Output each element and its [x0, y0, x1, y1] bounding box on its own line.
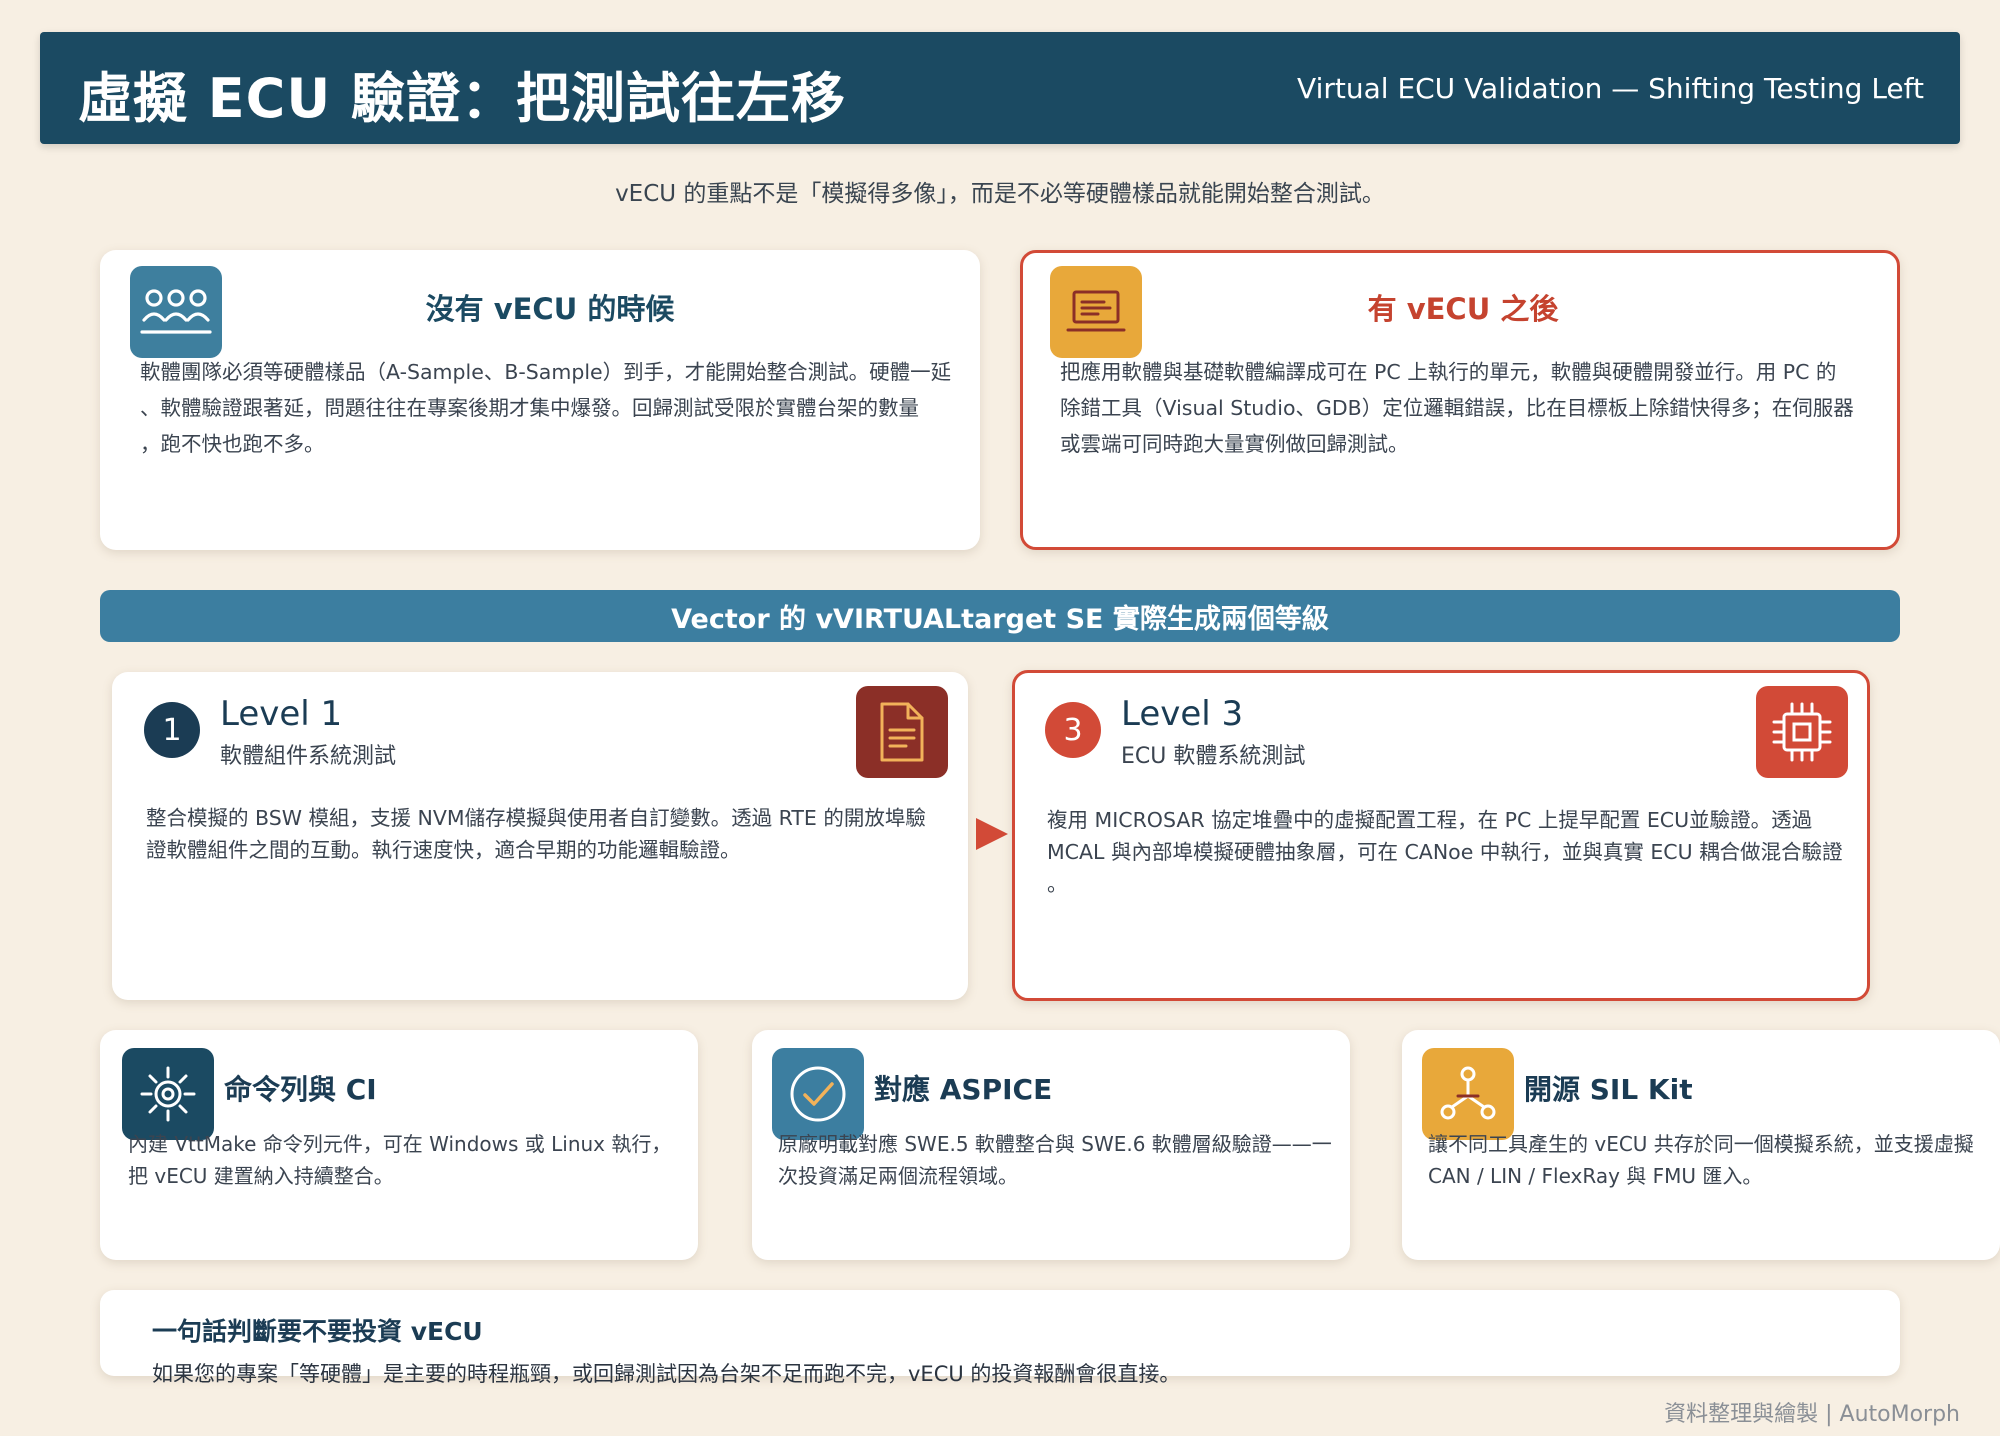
team-icon	[130, 266, 222, 358]
chip-icon	[1756, 686, 1848, 778]
text-line: 軟體團隊必須等硬體樣品（A-Sample、B-Sample）到手，才能開始整合測…	[140, 360, 952, 384]
feature-title: 開源 SIL Kit	[1524, 1073, 1693, 1106]
level-title: Level 1	[220, 694, 343, 734]
card-before-body: 軟體團隊必須等硬體樣品（A-Sample、B-Sample）到手，才能開始整合測…	[140, 354, 951, 462]
text-line: MCAL 與內部埠模擬硬體抽象層，可在 CANoe 中執行，並與真實 ECU 耦…	[1047, 840, 1843, 864]
tagline: vECU 的重點不是「模擬得多像」，而是不必等硬體樣品就能開始整合測試。	[615, 181, 1385, 207]
level-subtitle: 軟體組件系統測試	[220, 744, 397, 769]
levels-banner: Vector 的 vVIRTUALtarget SE 實際生成兩個等級	[100, 590, 1900, 642]
level-3-card: 3 Level 3 ECU 軟體系統測試 複用 MICROSAR 協定堆疊中的虛…	[1012, 670, 1870, 1001]
header-bar: 虛擬 ECU 驗證：把測試往左移 Virtual ECU Validation …	[40, 32, 1960, 144]
gear-icon	[122, 1048, 214, 1140]
credit-text: 資料整理與繪製 | AutoMorph	[1664, 1402, 1960, 1427]
summary-body: 如果您的專案「等硬體」是主要的時程瓶頸，或回歸測試因為台架不足而跑不完，vECU…	[152, 1362, 1181, 1386]
text-line: 、軟體驗證跟著延，問題往往在專案後期才集中爆發。回歸測試受限於實體台架的數量	[140, 396, 919, 420]
text-line: 複用 MICROSAR 協定堆疊中的虛擬配置工程，在 PC 上提早配置 ECU並…	[1047, 808, 1813, 832]
page-title: 虛擬 ECU 驗證：把測試往左移	[78, 67, 846, 130]
level-title: Level 3	[1121, 694, 1244, 734]
text-line: ，跑不快也跑不多。	[140, 432, 325, 456]
text-line: 證軟體組件之間的互動。執行速度快，適合早期的功能邏輯驗證。	[146, 838, 741, 862]
text-line: 把應用軟體與基礎軟體編譯成可在 PC 上執行的單元，軟體與硬體開發並行。用 PC…	[1060, 360, 1837, 384]
level-body: 整合模擬的 BSW 模組，支援 NVM儲存模擬與使用者自訂變數。透過 RTE 的…	[146, 802, 926, 866]
page-subtitle: Virtual ECU Validation — Shifting Testin…	[1297, 72, 1924, 105]
feature-body: 讓不同工具產生的 vECU 共存於同一個模擬系統，並支援虛擬 CAN / LIN…	[1428, 1128, 1974, 1192]
card-before-vecu: 沒有 vECU 的時候 軟體團隊必須等硬體樣品（A-Sample、B-Sampl…	[100, 250, 980, 550]
text-line: 整合模擬的 BSW 模組，支援 NVM儲存模擬與使用者自訂變數。透過 RTE 的…	[146, 806, 926, 830]
feature-card-cli-ci: 命令列與 CI 內建 VttMake 命令列元件，可在 Windows 或 Li…	[100, 1030, 698, 1260]
feature-card-sil-kit: 開源 SIL Kit 讓不同工具產生的 vECU 共存於同一個模擬系統，並支援虛…	[1402, 1030, 2000, 1260]
network-icon	[1422, 1048, 1514, 1140]
feature-card-aspice: 對應 ASPICE 原廠明載對應 SWE.5 軟體整合與 SWE.6 軟體層級驗…	[752, 1030, 1350, 1260]
feature-title: 命令列與 CI	[224, 1073, 377, 1106]
document-icon	[856, 686, 948, 778]
feature-body: 原廠明載對應 SWE.5 軟體整合與 SWE.6 軟體層級驗證——一 次投資滿足…	[778, 1128, 1332, 1192]
feature-title: 對應 ASPICE	[874, 1073, 1053, 1106]
text-line: 除錯工具（Visual Studio、GDB）定位邏輯錯誤，比在目標板上除錯快得…	[1060, 396, 1854, 420]
card-after-title: 有 vECU 之後	[1367, 292, 1559, 326]
text-line: 讓不同工具產生的 vECU 共存於同一個模擬系統，並支援虛擬	[1428, 1132, 1974, 1156]
arrow-right-icon	[976, 818, 1008, 850]
text-line: 。	[1047, 872, 1068, 896]
text-line: 把 vECU 建置納入持續整合。	[128, 1164, 394, 1188]
check-circle-icon	[772, 1048, 864, 1140]
level-body: 複用 MICROSAR 協定堆疊中的虛擬配置工程，在 PC 上提早配置 ECU並…	[1047, 804, 1843, 900]
level-1-card: 1 Level 1 軟體組件系統測試 整合模擬的 BSW 模組，支援 NVM儲存…	[112, 672, 968, 1000]
summary-title: 一句話判斷要不要投資 vECU	[152, 1317, 483, 1346]
text-line: 原廠明載對應 SWE.5 軟體整合與 SWE.6 軟體層級驗證——一	[778, 1132, 1332, 1156]
feature-body: 內建 VttMake 命令列元件，可在 Windows 或 Linux 執行， …	[128, 1128, 671, 1192]
level-subtitle: ECU 軟體系統測試	[1121, 744, 1306, 769]
card-after-body: 把應用軟體與基礎軟體編譯成可在 PC 上執行的單元，軟體與硬體開發並行。用 PC…	[1060, 354, 1854, 462]
card-before-title: 沒有 vECU 的時候	[425, 292, 675, 326]
laptop-icon	[1050, 266, 1142, 358]
text-line: 次投資滿足兩個流程領域。	[778, 1164, 1018, 1188]
text-line: 或雲端可同時跑大量實例做回歸測試。	[1060, 432, 1409, 456]
level-number-badge: 1	[144, 702, 200, 758]
card-after-vecu: 有 vECU 之後 把應用軟體與基礎軟體編譯成可在 PC 上執行的單元，軟體與硬…	[1020, 250, 1900, 550]
level-number-badge: 3	[1045, 702, 1101, 758]
text-line: CAN / LIN / FlexRay 與 FMU 匯入。	[1428, 1164, 1763, 1188]
text-line: 內建 VttMake 命令列元件，可在 Windows 或 Linux 執行，	[128, 1132, 672, 1156]
